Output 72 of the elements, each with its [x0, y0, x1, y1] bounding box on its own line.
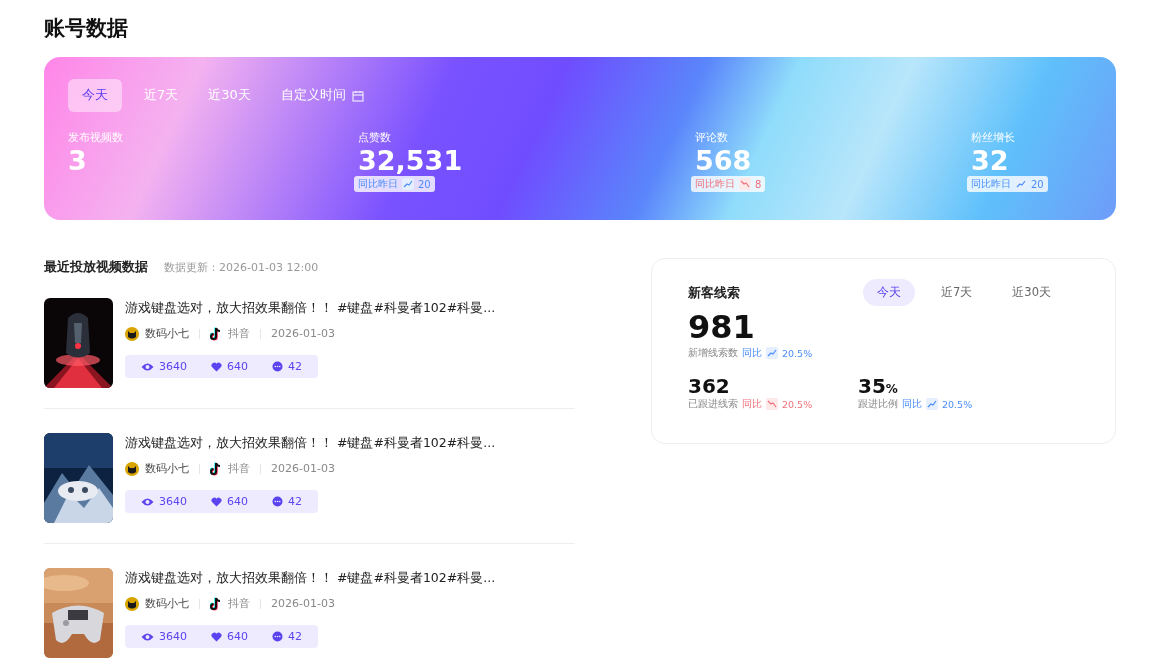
date-tab[interactable]: 近7天: [927, 279, 987, 307]
like-count: 640: [227, 360, 248, 374]
stat-label: 粉丝增长: [971, 130, 1016, 146]
like-count: 640: [227, 495, 248, 509]
compare-label: 同比: [742, 397, 762, 411]
stat-label: 点赞数: [358, 130, 392, 146]
platform-name: 抖音: [228, 326, 250, 342]
author-name: 数码小七: [145, 461, 189, 477]
video-title[interactable]: 游戏键盘选对，放大招效果翻倍！！ #键盘#科曼者102#科曼...: [125, 570, 496, 588]
compare-value: 20.5%: [942, 398, 973, 410]
metric-value: 362: [688, 373, 730, 398]
like-count: 640: [227, 630, 248, 644]
compare-label: 同比: [742, 346, 762, 360]
compare-value: 20: [418, 178, 431, 190]
compare-value: 20.5%: [782, 398, 813, 410]
compare-label: 同比昨日: [695, 177, 735, 192]
eye-icon: [141, 631, 154, 642]
eye-icon: [141, 496, 154, 507]
card-title: 新客线索: [688, 283, 741, 302]
compare-value: 8: [755, 178, 762, 190]
metric-label: 已跟进线索: [688, 397, 738, 411]
compare-label: 同比昨日: [358, 177, 398, 192]
publish-date: 2026-01-03: [271, 462, 335, 476]
section-title: 最近投放视频数据: [44, 258, 148, 277]
comment-count: 42: [288, 495, 302, 509]
metric-value: 35: [858, 373, 886, 398]
comment-count: 42: [288, 630, 302, 644]
stat-value: 3: [68, 145, 88, 177]
platform-name: 抖音: [228, 461, 250, 477]
comment-icon: [272, 631, 283, 643]
date-tab[interactable]: 近30天: [998, 279, 1065, 307]
stat-label: 发布视频数: [68, 130, 124, 146]
heart-icon: [211, 361, 222, 372]
heart-icon: [211, 631, 222, 642]
compare-label: 同比昨日: [971, 177, 1011, 192]
video-title[interactable]: 游戏键盘选对，放大招效果翻倍！！ #键盘#科曼者102#科曼...: [125, 435, 496, 453]
stat-label: 评论数: [695, 130, 729, 146]
comment-count: 42: [288, 360, 302, 374]
view-count: 3640: [159, 630, 187, 644]
stat-value: 32: [971, 145, 1010, 177]
platform-name: 抖音: [228, 596, 250, 612]
metric-label: 新增线索数: [688, 346, 738, 360]
calendar-icon: [351, 89, 364, 102]
stat-value: 568: [695, 145, 753, 177]
page-title: 账号数据: [44, 15, 129, 42]
update-time: 数据更新：2026-01-03 12:00: [164, 260, 319, 276]
compare-value: 20.5%: [782, 347, 813, 359]
date-tab[interactable]: 今天: [68, 79, 122, 113]
eye-icon: [141, 361, 154, 372]
avatar-icon: [125, 596, 139, 611]
author-name: 数码小七: [145, 326, 189, 342]
compare-value: 20: [1031, 178, 1044, 190]
date-tab[interactable]: 今天: [863, 279, 915, 307]
video-title[interactable]: 游戏键盘选对，放大招效果翻倍！！ #键盘#科曼者102#科曼...: [125, 300, 496, 318]
stat-value: 32,531: [358, 145, 464, 177]
view-count: 3640: [159, 495, 187, 509]
view-count: 3640: [159, 360, 187, 374]
heart-icon: [211, 496, 222, 507]
compare-label: 同比: [902, 397, 922, 411]
publish-date: 2026-01-03: [271, 327, 335, 341]
avatar-icon: [125, 461, 139, 476]
comment-icon: [272, 361, 283, 373]
lead-count: 981: [688, 308, 756, 347]
music-note-icon: [210, 326, 222, 341]
comment-icon: [272, 496, 283, 508]
unit-label: %: [885, 381, 898, 396]
metric-label: 跟进比例: [858, 397, 898, 411]
avatar-icon: [125, 326, 139, 341]
author-name: 数码小七: [145, 596, 189, 612]
music-note-icon: [210, 461, 222, 476]
publish-date: 2026-01-03: [271, 597, 335, 611]
music-note-icon: [210, 596, 222, 611]
